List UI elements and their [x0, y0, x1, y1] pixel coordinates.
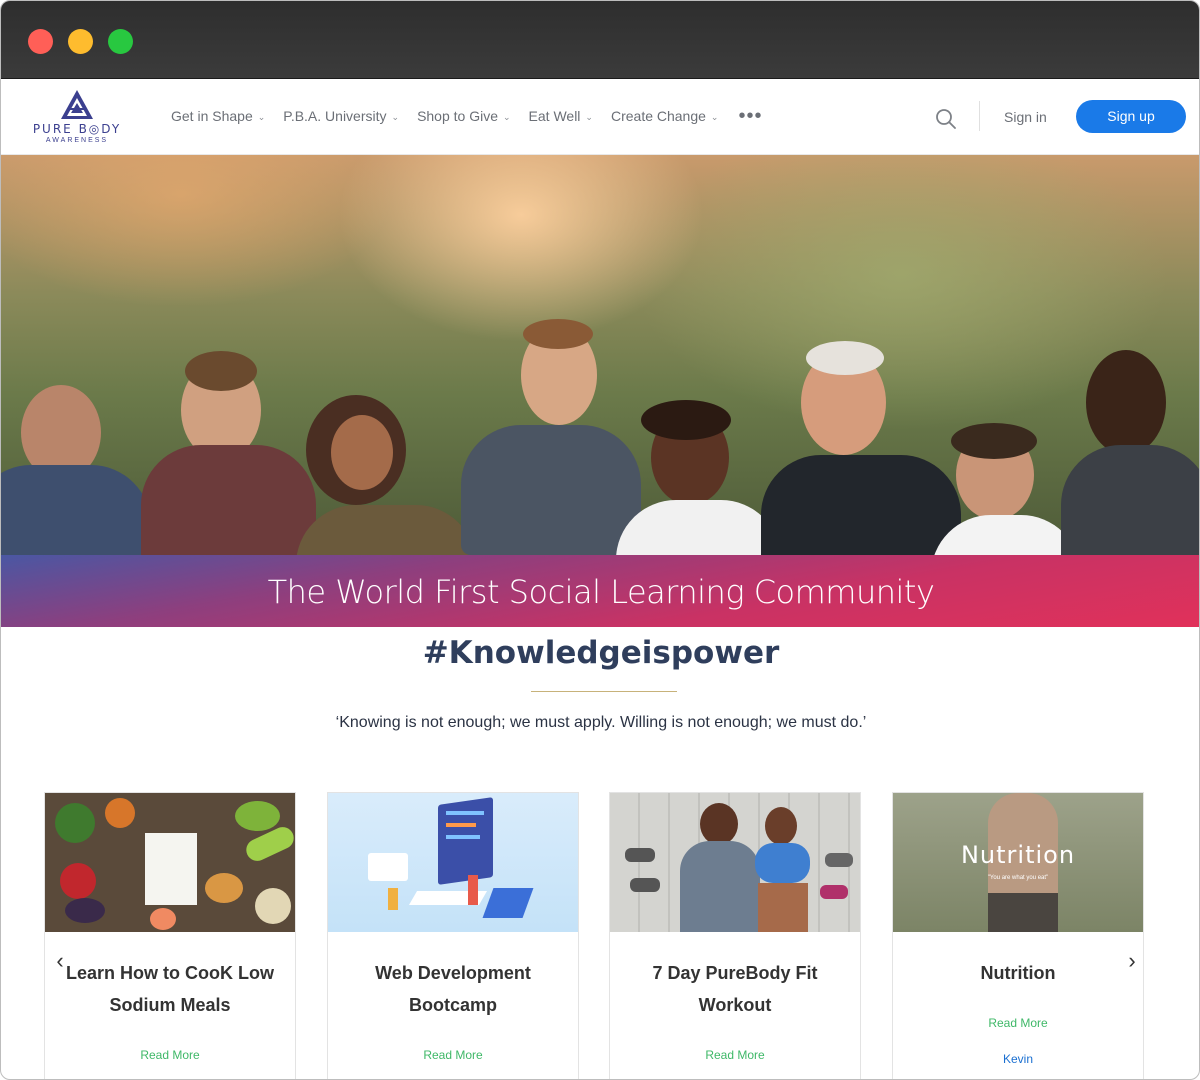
nav-item-create-change[interactable]: Create Change ⌄ — [611, 108, 719, 124]
section-heading: #Knowledgeispower — [422, 635, 780, 671]
site-logo[interactable]: PURE B◎DY AWARENESS — [19, 89, 135, 149]
hero-banner: The World First Social Learning Communit… — [1, 555, 1199, 627]
carousel-prev-arrow-icon[interactable]: ‹ — [50, 949, 70, 973]
nutrition-image-text: Nutrition — [960, 841, 1076, 869]
read-more-link[interactable]: Read More — [328, 1048, 578, 1062]
nav-item-shop-to-give[interactable]: Shop to Give ⌄ — [417, 108, 510, 124]
vegetables-image — [45, 793, 295, 932]
heading-divider — [531, 691, 677, 692]
header-divider — [979, 101, 980, 131]
main-nav: Get in Shape ⌄ P.B.A. University ⌄ Shop … — [171, 106, 762, 126]
card-author[interactable]: Kevin — [893, 1052, 1143, 1066]
course-card[interactable]: 7 Day PureBody Fit Workout Read More — [609, 792, 861, 1079]
card-title[interactable]: 7 Day PureBody Fit Workout — [620, 957, 850, 1021]
chevron-down-icon: ⌄ — [710, 111, 719, 122]
chevron-down-icon: ⌄ — [585, 111, 593, 122]
nav-item-eat-well[interactable]: Eat Well ⌄ — [529, 108, 593, 124]
browser-window: PURE B◎DY AWARENESS Get in Shape ⌄ P.B.A… — [0, 0, 1200, 1080]
read-more-link[interactable]: Read More — [893, 1016, 1143, 1030]
card-title[interactable]: Learn How to CooK Low Sodium Meals — [55, 957, 285, 1021]
nav-item-pba-university[interactable]: P.B.A. University ⌄ — [283, 108, 399, 124]
course-card[interactable]: Web Development Bootcamp Read More — [327, 792, 579, 1079]
chevron-down-icon: ⌄ — [391, 111, 400, 122]
pyramid-logo-icon — [61, 90, 93, 119]
nutrition-image-subtext: "You are what you eat" — [987, 875, 1049, 881]
logo-wordmark: PURE B◎DY — [32, 122, 122, 136]
nav-item-label: Get in Shape — [171, 108, 253, 124]
card-title[interactable]: Nutrition — [903, 957, 1133, 989]
logo-subtitle: AWARENESS — [45, 137, 109, 144]
search-icon[interactable] — [935, 108, 957, 130]
sign-up-button[interactable]: Sign up — [1076, 100, 1186, 133]
card-title[interactable]: Web Development Bootcamp — [338, 957, 568, 1021]
title-bar — [1, 1, 1199, 79]
course-card[interactable]: Nutrition "You are what you eat" Nutriti… — [892, 792, 1144, 1079]
site-header: PURE B◎DY AWARENESS Get in Shape ⌄ P.B.A… — [1, 79, 1199, 155]
sign-in-link[interactable]: Sign in — [1004, 109, 1047, 125]
chevron-down-icon: ⌄ — [257, 111, 266, 122]
read-more-link[interactable]: Read More — [45, 1048, 295, 1062]
nav-item-get-in-shape[interactable]: Get in Shape ⌄ — [171, 108, 265, 124]
course-card[interactable]: Learn How to CooK Low Sodium Meals Read … — [44, 792, 296, 1079]
nav-item-label: P.B.A. University — [283, 108, 387, 124]
quote-text: ‘Knowing is not enough; we must apply. W… — [335, 714, 867, 731]
close-window-button[interactable] — [28, 29, 53, 54]
chevron-down-icon: ⌄ — [503, 111, 511, 122]
carousel-next-arrow-icon[interactable]: › — [1122, 949, 1142, 973]
read-more-link[interactable]: Read More — [610, 1048, 860, 1062]
workout-image — [610, 793, 860, 932]
nav-item-label: Eat Well — [528, 108, 581, 124]
hero-image — [1, 155, 1199, 555]
nav-item-label: Shop to Give — [417, 108, 498, 124]
nav-item-label: Create Change — [610, 108, 706, 124]
web-development-illustration — [328, 793, 578, 932]
maximize-window-button[interactable] — [108, 29, 133, 54]
nutrition-image: Nutrition "You are what you eat" — [893, 793, 1143, 932]
minimize-window-button[interactable] — [68, 29, 93, 54]
more-menu-icon[interactable]: ••• — [738, 106, 762, 126]
banner-title: The World First Social Learning Communit… — [267, 573, 935, 611]
